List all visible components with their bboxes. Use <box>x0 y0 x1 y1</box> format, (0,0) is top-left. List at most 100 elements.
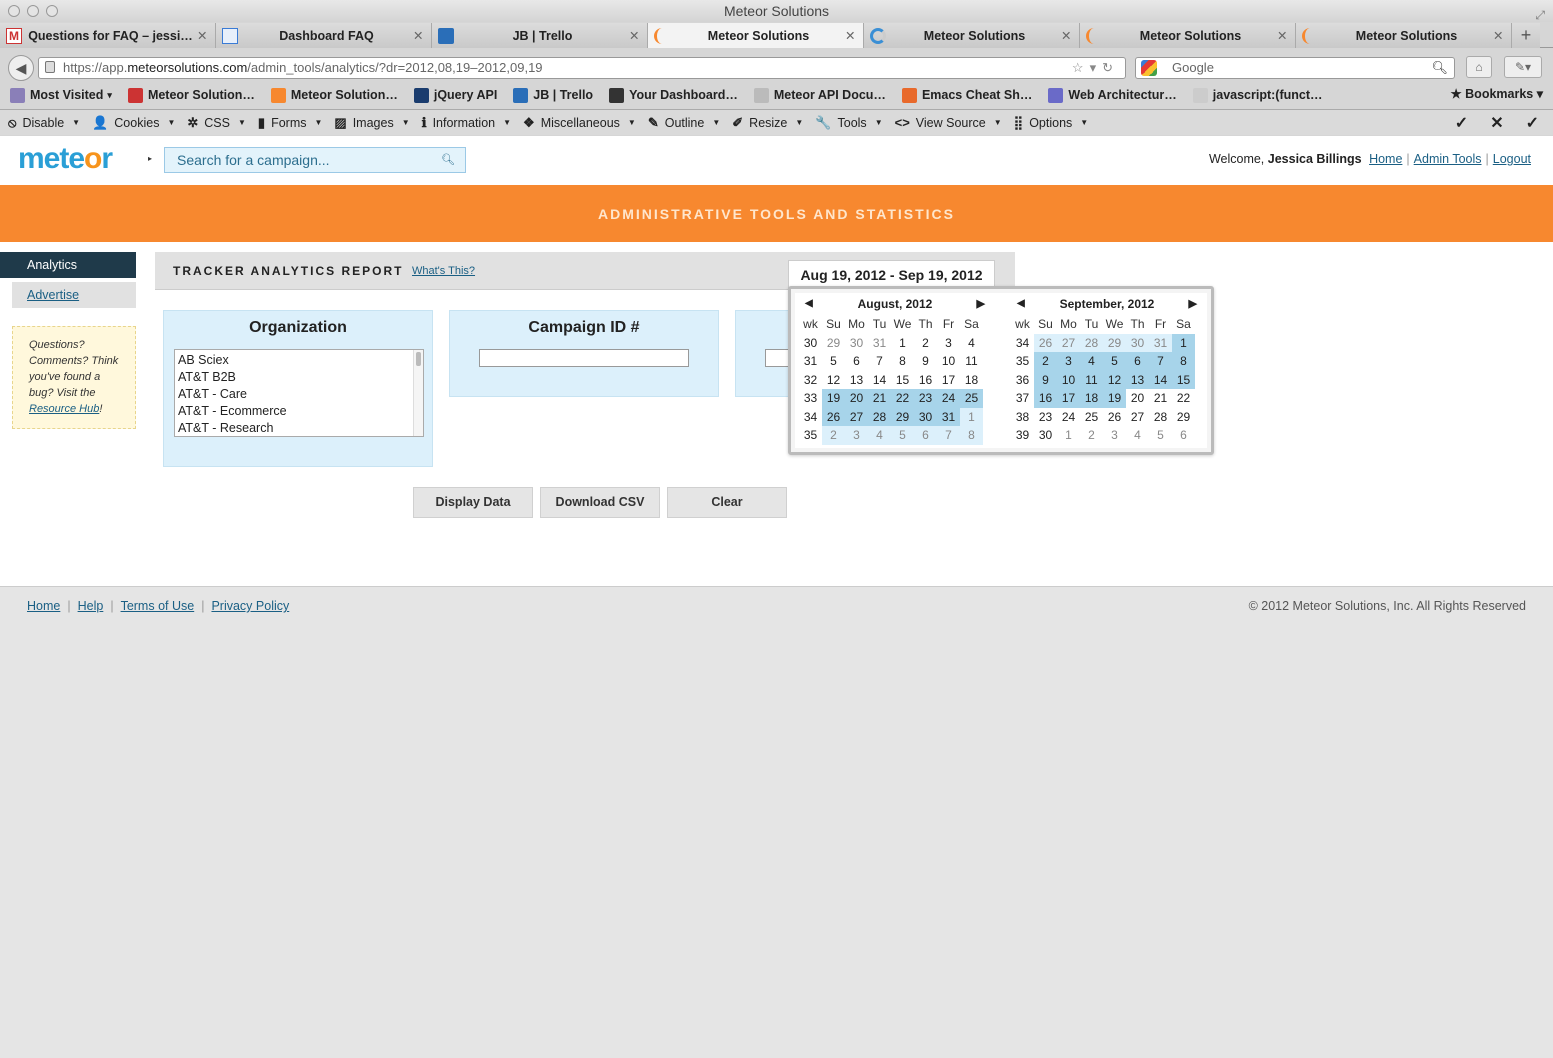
calendar-day[interactable]: 13 <box>845 371 868 390</box>
sidebar-item-analytics[interactable]: Analytics <box>0 252 136 278</box>
bookmark-most-visited[interactable]: Most Visited ▾ <box>10 87 112 103</box>
next-month-icon[interactable]: ▶ <box>977 293 985 315</box>
download-csv-button[interactable]: Download CSV <box>540 487 660 518</box>
close-tab-icon[interactable]: ✕ <box>845 28 857 43</box>
display-data-button[interactable]: Display Data <box>413 487 533 518</box>
close-tab-icon[interactable]: ✕ <box>629 28 641 43</box>
devbar-tools[interactable]: 🔧 Tools ▼ <box>815 115 882 131</box>
tab-0[interactable]: M Questions for FAQ – jessi… ✕ <box>0 23 216 48</box>
x-icon[interactable]: ✕ <box>1490 113 1503 133</box>
devbar-miscellaneous[interactable]: ❖ Miscellaneous ▼ <box>523 115 636 131</box>
calendar-day[interactable]: 27 <box>1057 333 1080 352</box>
calendar-day[interactable]: 3 <box>1057 352 1080 371</box>
tab-1[interactable]: Dashboard FAQ ✕ <box>216 23 432 48</box>
calendar-day[interactable]: 29 <box>822 334 845 353</box>
home-button[interactable]: ⌂ <box>1466 56 1492 78</box>
calendar-day[interactable]: 19 <box>1103 389 1126 408</box>
calendar-day[interactable]: 27 <box>1126 408 1149 427</box>
check-icon[interactable]: ✓ <box>1455 113 1468 133</box>
calendar-day[interactable]: 11 <box>960 352 983 371</box>
home-link[interactable]: Home <box>1369 152 1402 166</box>
calendar-day[interactable]: 15 <box>1172 370 1195 389</box>
calendar-day[interactable]: 25 <box>960 389 983 408</box>
calendar-day[interactable]: 11 <box>1080 370 1103 389</box>
calendar-day[interactable]: 3 <box>845 426 868 445</box>
calendar-day[interactable]: 2 <box>1034 352 1057 371</box>
calendar-day[interactable]: 29 <box>1103 333 1126 352</box>
devbar-disable[interactable]: ⦸ Disable ▼ <box>8 115 80 131</box>
tab-4[interactable]: Meteor Solutions ✕ <box>864 23 1080 48</box>
calendar-day[interactable]: 3 <box>937 334 960 353</box>
calendar-day[interactable]: 30 <box>914 407 937 426</box>
calendar-day[interactable]: 17 <box>937 371 960 390</box>
calendar-day[interactable]: 6 <box>1126 352 1149 371</box>
calendar-day[interactable]: 16 <box>914 371 937 390</box>
calendar-day[interactable]: 25 <box>1080 408 1103 427</box>
calendar-day[interactable]: 10 <box>937 352 960 371</box>
calendar-day[interactable]: 31 <box>868 334 891 353</box>
organization-option[interactable]: AT&T - Research <box>178 420 423 436</box>
calendar-day[interactable]: 8 <box>1172 352 1195 371</box>
calendar-day[interactable]: 6 <box>914 426 937 445</box>
calendar-day[interactable]: 29 <box>891 407 914 426</box>
calendar-day[interactable]: 30 <box>1034 426 1057 445</box>
calendar-day[interactable]: 6 <box>845 352 868 371</box>
browser-search-input[interactable]: Google 🔍︎ <box>1135 57 1455 79</box>
calendar-day[interactable]: 5 <box>822 352 845 371</box>
devbar-resize[interactable]: ✐ Resize ▼ <box>732 115 803 131</box>
back-button[interactable]: ◀ <box>8 55 34 81</box>
calendar-day[interactable]: 14 <box>1149 370 1172 389</box>
calendar-day[interactable]: 5 <box>1103 352 1126 371</box>
close-tab-icon[interactable]: ✕ <box>413 28 425 43</box>
list-scrollbar[interactable] <box>413 350 423 436</box>
calendar-day[interactable]: 31 <box>937 407 960 426</box>
devbar-forms[interactable]: ▮ Forms ▼ <box>258 115 323 131</box>
calendar-day[interactable]: 30 <box>1126 333 1149 352</box>
devbar-options[interactable]: ⣿ Options ▼ <box>1014 115 1089 131</box>
tab-2[interactable]: JB | Trello ✕ <box>432 23 648 48</box>
admin-tools-link[interactable]: Admin Tools <box>1414 152 1482 166</box>
footer-terms-link[interactable]: Terms of Use <box>121 599 195 613</box>
check-icon[interactable]: ✓ <box>1526 113 1539 133</box>
calendar-day[interactable]: 9 <box>914 352 937 371</box>
calendar-day[interactable]: 9 <box>1034 370 1057 389</box>
search-icon[interactable]: 🔍︎ <box>441 148 455 172</box>
calendar-day[interactable]: 8 <box>960 426 983 445</box>
calendar-day[interactable]: 17 <box>1057 389 1080 408</box>
footer-help-link[interactable]: Help <box>78 599 104 613</box>
calendar-day[interactable]: 28 <box>868 407 891 426</box>
campaign-search-input[interactable]: Search for a campaign... 🔍︎ <box>164 147 466 173</box>
footer-home-link[interactable]: Home <box>27 599 60 613</box>
next-month-icon[interactable]: ▶ <box>1189 293 1197 315</box>
search-icon[interactable]: 🔍︎ <box>1431 58 1448 78</box>
organization-list[interactable]: AB Sciex AT&T B2B AT&T - Care AT&T - Ecomme… <box>174 349 424 437</box>
devbar-images[interactable]: ▨ Images ▼ <box>334 115 409 131</box>
resource-hub-link[interactable]: Resource Hub <box>29 403 99 415</box>
calendar-day[interactable]: 1 <box>1172 333 1195 352</box>
calendar-day[interactable]: 29 <box>1172 408 1195 427</box>
organization-option[interactable]: AT&T - Ecommerce <box>178 403 423 420</box>
calendar-day[interactable]: 6 <box>1172 426 1195 445</box>
calendar-day[interactable]: 5 <box>1149 426 1172 445</box>
calendar-day[interactable]: 5 <box>891 426 914 445</box>
prev-month-icon[interactable]: ◀ <box>1017 293 1025 315</box>
devbar-cookies[interactable]: 👤 Cookies ▼ <box>92 115 175 131</box>
calendar-day[interactable]: 7 <box>937 426 960 445</box>
calendar-day[interactable]: 18 <box>1080 389 1103 408</box>
calendar-day[interactable]: 28 <box>1080 333 1103 352</box>
bookmark-web-arch[interactable]: Web Architectur… <box>1048 87 1177 103</box>
close-tab-icon[interactable]: ✕ <box>1277 28 1289 43</box>
extension-button[interactable]: ✎▾ <box>1504 56 1542 78</box>
tab-6[interactable]: Meteor Solutions ✕ <box>1296 23 1512 48</box>
organization-option[interactable]: AT&T B2B <box>178 369 423 386</box>
calendar-day[interactable]: 4 <box>1080 352 1103 371</box>
logo-caret-icon[interactable]: ▸ <box>148 154 152 163</box>
prev-month-icon[interactable]: ◀ <box>805 293 813 315</box>
calendar-day[interactable]: 24 <box>937 389 960 408</box>
calendar-day[interactable]: 15 <box>891 371 914 390</box>
devbar-css[interactable]: ✲ CSS ▼ <box>187 115 246 131</box>
calendar-day[interactable]: 1 <box>891 334 914 353</box>
url-bar[interactable]: https://app.meteorsolutions.com/admin_to… <box>38 57 1126 79</box>
tab-3[interactable]: Meteor Solutions ✕ <box>648 23 864 48</box>
calendar-day[interactable]: 4 <box>960 334 983 353</box>
